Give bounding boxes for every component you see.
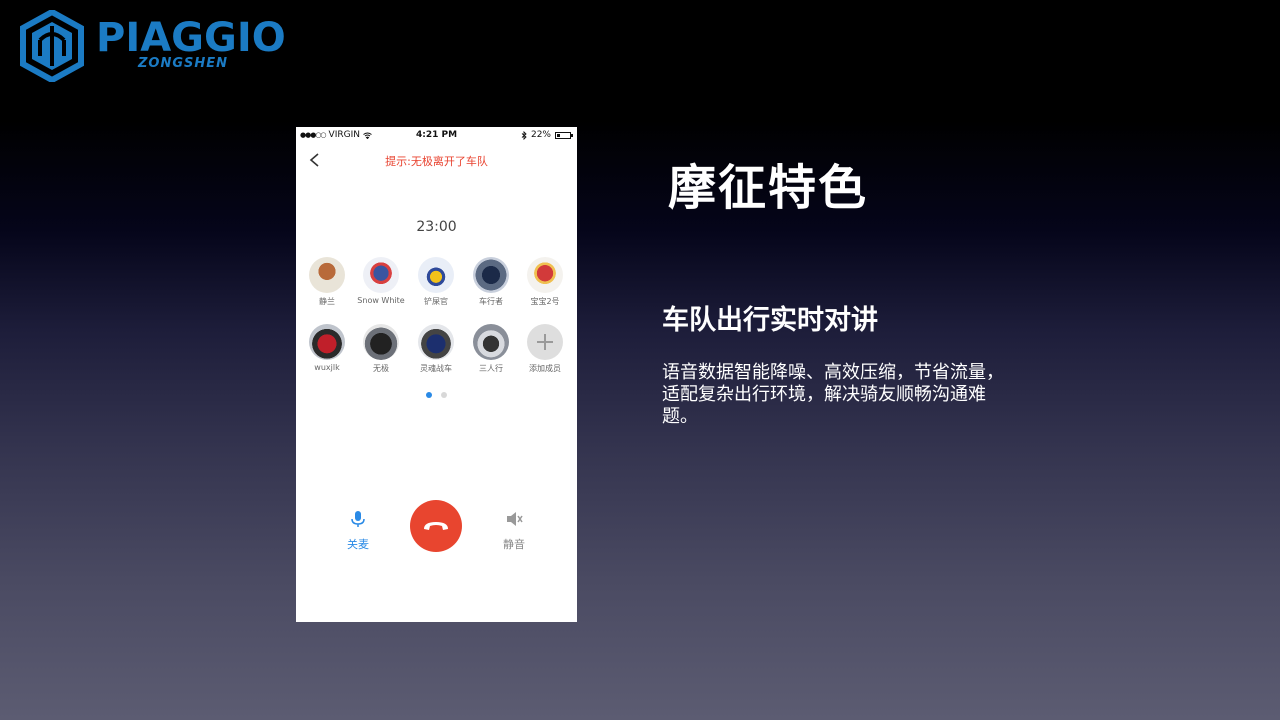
member-name: 车行者: [479, 297, 503, 306]
mute-label: 静音: [503, 538, 525, 551]
member-name: 添加成员: [529, 364, 561, 373]
member-item[interactable]: 灵魂战车: [408, 324, 464, 374]
status-bar: ●●●○○ VIRGIN 4:21 PM 22%: [296, 127, 577, 143]
mute-button[interactable]: 静音: [496, 509, 532, 552]
page-dot-active[interactable]: [426, 392, 432, 398]
avatar: [309, 324, 345, 360]
bluetooth-icon: [521, 130, 527, 140]
avatar: [363, 324, 399, 360]
nav-bar: 提示:无极离开了车队: [296, 147, 577, 173]
hang-up-button[interactable]: [410, 500, 462, 552]
member-name: 静兰: [319, 297, 335, 306]
member-item[interactable]: 无极: [353, 324, 409, 374]
member-name: 铲屎官: [424, 297, 448, 306]
add-member-button[interactable]: 添加成员: [517, 324, 573, 374]
page-dot[interactable]: [441, 392, 447, 398]
member-item[interactable]: 铲屎官: [408, 257, 464, 307]
member-item[interactable]: 车行者: [463, 257, 519, 307]
phone-screenshot: ●●●○○ VIRGIN 4:21 PM 22% 提示:无极离开了车队 23:0…: [296, 127, 577, 622]
member-item[interactable]: 静兰: [299, 257, 355, 307]
page-indicator: [296, 392, 577, 398]
logo-brand-text: PIAGGIO: [96, 15, 286, 61]
feature-title: 摩征特色: [668, 160, 869, 216]
section-body: 语音数据智能降噪、高效压缩，节省流量，适配复杂出行环境，解决骑友顺畅沟通难题。: [662, 362, 1004, 427]
piaggio-logo: PIAGGIO ZONGSHEN: [20, 10, 290, 82]
avatar: [418, 324, 454, 360]
avatar: [309, 257, 345, 293]
avatar: [473, 324, 509, 360]
mic-off-label: 关麦: [347, 538, 369, 551]
speaker-mute-icon: [507, 512, 523, 526]
battery-icon: [555, 131, 573, 139]
member-name: Snow White: [357, 296, 405, 305]
member-name: 无极: [373, 364, 389, 373]
member-item[interactable]: wuxjlk: [299, 324, 355, 372]
member-item[interactable]: 三人行: [463, 324, 519, 374]
hang-up-phone-icon: [424, 522, 448, 530]
member-item[interactable]: 宝宝2号: [517, 257, 573, 307]
call-controls: 关麦 静音: [296, 499, 577, 559]
avatar: [418, 257, 454, 293]
microphone-icon: [351, 511, 365, 527]
member-item[interactable]: Snow White: [353, 257, 409, 305]
avatar: [527, 257, 563, 293]
member-name: 宝宝2号: [530, 297, 560, 306]
member-name: 三人行: [479, 364, 503, 373]
piaggio-emblem-icon: [20, 10, 84, 82]
section-title: 车队出行实时对讲: [662, 305, 878, 336]
logo-sub-text: ZONGSHEN: [138, 56, 229, 71]
notice-text: 提示:无极离开了车队: [385, 155, 488, 168]
avatar: [473, 257, 509, 293]
member-name: wuxjlk: [314, 363, 340, 372]
call-timer: 23:00: [416, 219, 457, 235]
mic-off-button[interactable]: 关麦: [340, 509, 376, 552]
battery-percent: 22%: [530, 130, 551, 140]
avatar: [363, 257, 399, 293]
plus-icon: [527, 324, 563, 360]
member-name: 灵魂战车: [420, 364, 452, 373]
